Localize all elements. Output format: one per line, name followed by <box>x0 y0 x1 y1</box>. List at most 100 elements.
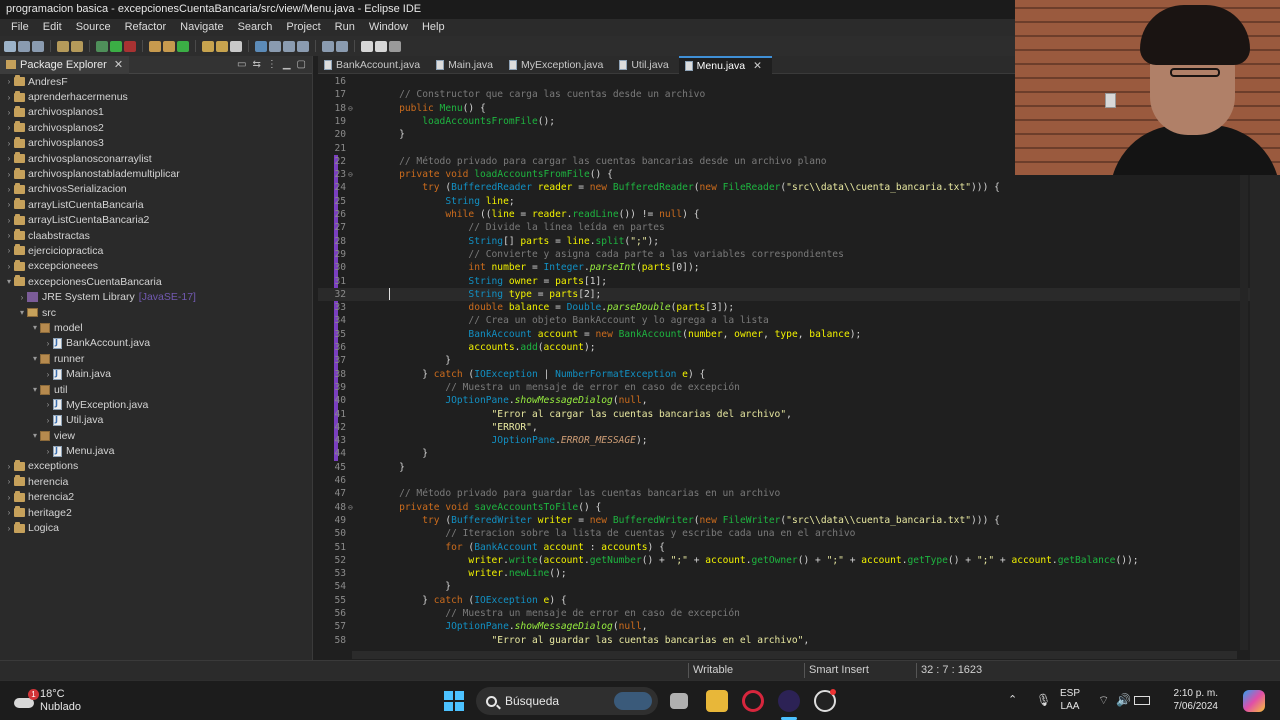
code-line[interactable]: 26 while ((line = reader.readLine()) != … <box>318 208 1250 221</box>
wifi-icon[interactable]: ⌔ <box>1098 693 1112 707</box>
collapsed-chevron-icon[interactable]: › <box>4 139 14 148</box>
tree-item[interactable]: › Logica <box>0 520 312 535</box>
tree-item[interactable]: › claabstractas <box>0 228 312 243</box>
toggle-breadcrumb-icon[interactable] <box>269 40 281 52</box>
new-class-icon[interactable] <box>177 40 189 52</box>
code-line[interactable]: 53 writer.newLine(); <box>318 567 1250 580</box>
code-line[interactable]: 39 // Muestra un mensaje de error en cas… <box>318 381 1250 394</box>
tree-item[interactable]: › archivosplanos1 <box>0 105 312 120</box>
tree-item[interactable]: › Main.java <box>0 366 312 381</box>
tree-item[interactable]: › AndresF <box>0 74 312 89</box>
code-line[interactable]: 38 } catch (IOException | NumberFormatEx… <box>318 368 1250 381</box>
code-line[interactable]: 40 JOptionPane.showMessageDialog(null, <box>318 394 1250 407</box>
code-line[interactable]: 48 ⊖ private void saveAccountsToFile() { <box>318 501 1250 514</box>
tree-item[interactable]: › archivosplanos2 <box>0 120 312 135</box>
opera-icon[interactable] <box>742 690 764 712</box>
search-tool-icon[interactable] <box>216 40 228 52</box>
code-line[interactable]: 51 for (BankAccount account : accounts) … <box>318 541 1250 554</box>
editor-tab[interactable]: Util.java <box>613 56 678 74</box>
code-line[interactable]: 31 String owner = parts[1]; <box>318 275 1250 288</box>
collapsed-chevron-icon[interactable]: › <box>4 262 14 271</box>
code-line[interactable]: 55 } catch (IOException e) { <box>318 594 1250 607</box>
tree-item[interactable]: › archivosplanos3 <box>0 136 312 151</box>
collapsed-chevron-icon[interactable]: › <box>4 154 14 163</box>
code-line[interactable]: 25 String line; <box>318 195 1250 208</box>
task-view-icon[interactable] <box>670 693 688 709</box>
code-line[interactable]: 47 // Método privado para guardar las cu… <box>318 487 1250 500</box>
code-line[interactable]: 57 JOptionPane.showMessageDialog(null, <box>318 620 1250 633</box>
code-line[interactable]: 49 try (BufferedWriter writer = new Buff… <box>318 514 1250 527</box>
menu-file[interactable]: File <box>4 19 36 36</box>
external-tools-icon[interactable] <box>124 40 136 52</box>
tree-item[interactable]: ▾ model <box>0 320 312 335</box>
tree-item[interactable]: › heritage2 <box>0 505 312 520</box>
code-line[interactable]: 24 try (BufferedReader reader = new Buff… <box>318 181 1250 194</box>
tree-item[interactable]: › herencia2 <box>0 490 312 505</box>
tree-item[interactable]: › Util.java <box>0 413 312 428</box>
tree-item[interactable]: › MyException.java <box>0 397 312 412</box>
code-line[interactable]: 46 <box>318 474 1250 487</box>
collapsed-chevron-icon[interactable]: › <box>4 216 14 225</box>
forward-icon[interactable] <box>375 40 387 52</box>
collapsed-chevron-icon[interactable]: › <box>43 447 53 456</box>
tree-item[interactable]: › archivosplanostablademultiplicar <box>0 166 312 181</box>
open-type-icon[interactable] <box>202 40 214 52</box>
code-line[interactable]: 44 } <box>318 447 1250 460</box>
maximize-icon[interactable]: ▢ <box>297 59 306 70</box>
link-with-editor-icon[interactable]: ⇆ <box>252 59 260 70</box>
menu-window[interactable]: Window <box>362 19 415 36</box>
windows-start-icon[interactable] <box>444 691 464 711</box>
pen-icon[interactable] <box>230 40 242 52</box>
horizontal-scrollbar[interactable] <box>352 651 1237 659</box>
tree-item[interactable]: › excepcioneees <box>0 259 312 274</box>
tree-item[interactable]: › archivosSerializacion <box>0 182 312 197</box>
collapsed-chevron-icon[interactable]: › <box>4 77 14 86</box>
show-whitespace-icon[interactable] <box>283 40 295 52</box>
close-icon[interactable]: ✕ <box>114 58 123 71</box>
tree-item[interactable]: › Menu.java <box>0 443 312 458</box>
new-java-project-icon[interactable] <box>149 40 161 52</box>
code-line[interactable]: 42 "ERROR", <box>318 421 1250 434</box>
volume-icon[interactable]: 🔊 <box>1116 693 1131 707</box>
editor-tab[interactable]: Main.java <box>430 56 503 74</box>
code-line[interactable]: 43 JOptionPane.ERROR_MESSAGE); <box>318 434 1250 447</box>
editor-tab[interactable]: BankAccount.java <box>318 56 430 74</box>
fold-icon[interactable]: ⊖ <box>348 168 353 181</box>
collapsed-chevron-icon[interactable]: › <box>4 200 14 209</box>
expanded-chevron-icon[interactable]: ▾ <box>30 431 40 440</box>
tree-item[interactable]: ▾ excepcionesCuentaBancaria <box>0 274 312 289</box>
collapsed-chevron-icon[interactable]: › <box>17 293 27 302</box>
file-explorer-icon[interactable] <box>706 690 728 712</box>
redo-icon[interactable] <box>71 40 83 52</box>
new-icon[interactable] <box>4 40 16 52</box>
code-line[interactable]: 45 } <box>318 461 1250 474</box>
tree-item[interactable]: › arrayListCuentaBancaria <box>0 197 312 212</box>
tree-item[interactable]: › arrayListCuentaBancaria2 <box>0 213 312 228</box>
expanded-chevron-icon[interactable]: ▾ <box>30 354 40 363</box>
toggle-mark-icon[interactable] <box>255 40 267 52</box>
menu-help[interactable]: Help <box>415 19 452 36</box>
editor-tab[interactable]: Menu.java ✕ <box>678 56 772 74</box>
tree-item[interactable]: ▾ util <box>0 382 312 397</box>
tree-item[interactable]: ▾ view <box>0 428 312 443</box>
menu-source[interactable]: Source <box>69 19 118 36</box>
code-line[interactable]: 56 // Muestra un mensaje de error en cas… <box>318 607 1250 620</box>
code-line[interactable]: 52 writer.write(account.getNumber() + ";… <box>318 554 1250 567</box>
code-line[interactable]: 35 BankAccount account = new BankAccount… <box>318 328 1250 341</box>
menu-navigate[interactable]: Navigate <box>173 19 230 36</box>
tree-item[interactable]: › exceptions <box>0 459 312 474</box>
save-all-icon[interactable] <box>32 40 44 52</box>
code-line[interactable]: 27 // Divide la línea leída en partes <box>318 221 1250 234</box>
tree-item[interactable]: › aprenderhacermenus <box>0 89 312 104</box>
tree-item[interactable]: ▾ runner <box>0 351 312 366</box>
menu-project[interactable]: Project <box>279 19 327 36</box>
collapsed-chevron-icon[interactable]: › <box>4 493 14 502</box>
microphone-icon[interactable]: 🎙 <box>1036 693 1051 707</box>
code-line[interactable]: 50 // Iteracion sobre la lista de cuenta… <box>318 527 1250 540</box>
code-line[interactable]: 32 String type = parts[2]; <box>318 287 1250 302</box>
collapsed-chevron-icon[interactable]: › <box>4 185 14 194</box>
code-line[interactable]: 28 String[] parts = line.split(";"); <box>318 235 1250 248</box>
block-select-icon[interactable] <box>297 40 309 52</box>
battery-icon[interactable] <box>1134 696 1150 705</box>
code-line[interactable]: 30 int number = Integer.parseInt(parts[0… <box>318 261 1250 274</box>
